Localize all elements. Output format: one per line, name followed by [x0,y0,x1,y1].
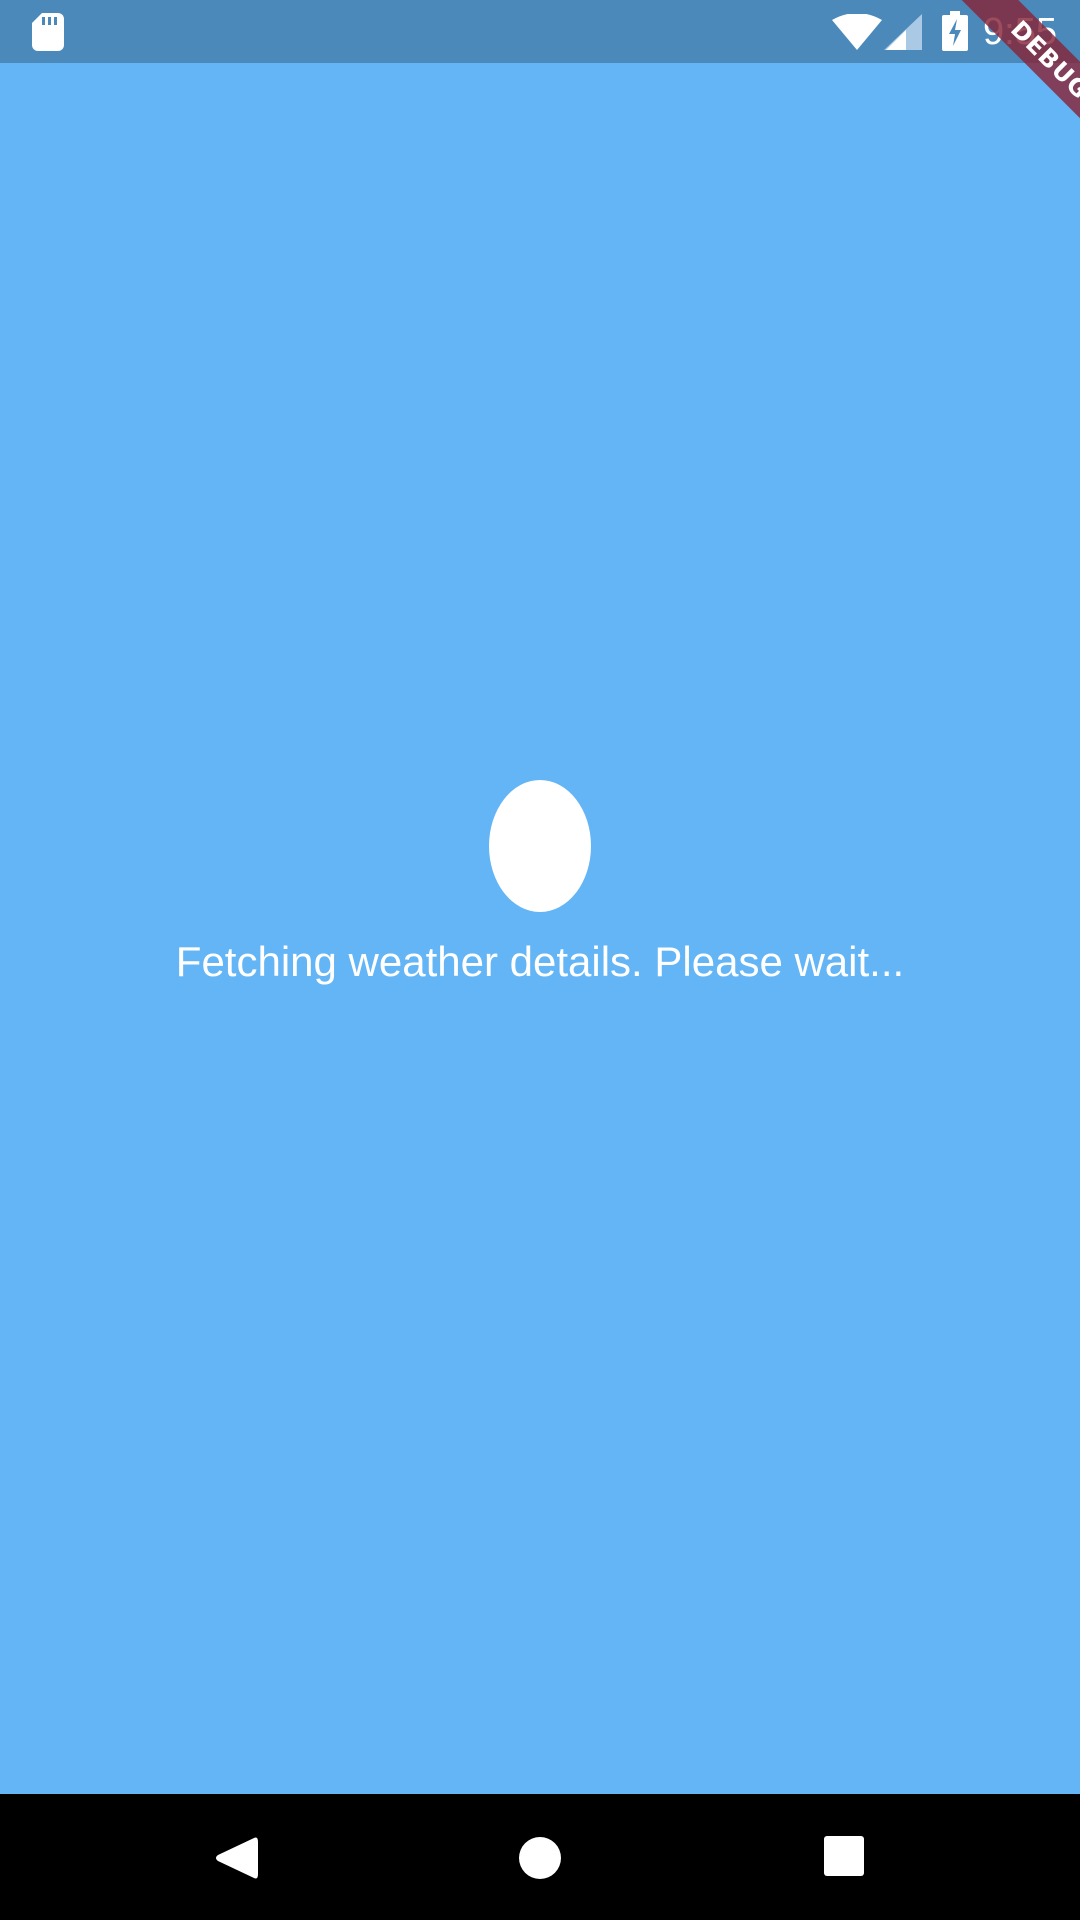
home-icon[interactable] [518,1836,562,1880]
battery-charging-icon [942,11,968,51]
loading-message: Fetching weather details. Please wait... [175,938,905,985]
app-screen: 9:55 DEBUG Fetching weather details. Ple… [0,0,1080,1920]
sd-card-icon [32,13,64,51]
loading-indicator [489,780,591,912]
status-bar: 9:55 [0,0,1080,63]
wifi-icon [832,14,882,50]
recents-icon[interactable] [824,1836,864,1876]
back-icon[interactable] [214,1834,258,1882]
cellular-signal-icon [884,14,922,50]
